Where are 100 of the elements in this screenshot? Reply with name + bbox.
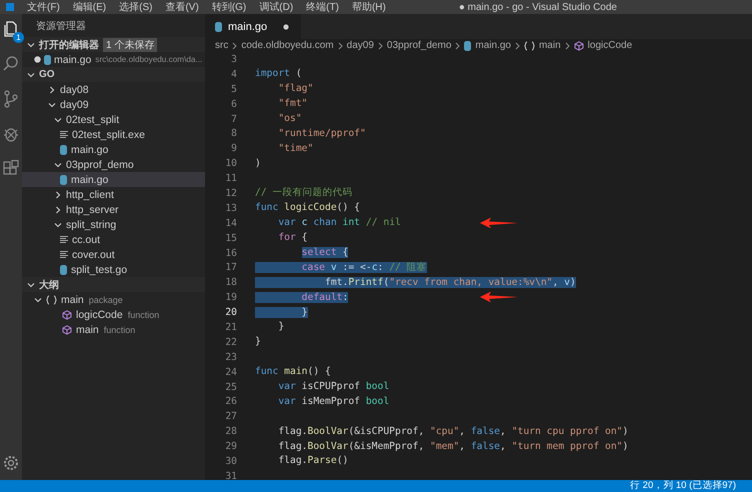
line-number: 14	[224, 218, 237, 229]
line-number: 11	[224, 173, 237, 184]
line-number: 3	[230, 54, 237, 65]
chevron-icon[interactable]	[48, 100, 56, 108]
section-title[interactable]: 打开的编辑器	[39, 38, 99, 52]
text-file-icon	[60, 251, 68, 258]
line-number: 19	[224, 292, 237, 304]
code-line: var c chan int // nil	[277, 216, 401, 230]
menu-item[interactable]: 编辑(E)	[72, 0, 106, 14]
menu-item[interactable]: 调试(D)	[259, 0, 294, 14]
code-line: "fmt"	[277, 97, 308, 112]
file-tree-item[interactable]: 03pprof_demo	[22, 157, 205, 172]
file-tree-item[interactable]: day08	[22, 82, 205, 97]
file-tree-item[interactable]: http_client	[22, 187, 205, 202]
line-number: 23	[224, 352, 237, 363]
code-line: fmt.Printf("recv from chan, value:%v\n", v)	[255, 276, 576, 290]
file-tree-item[interactable]: main.go	[22, 142, 205, 157]
line-number: 29	[224, 441, 237, 452]
breadcrumb-item[interactable]: day09	[346, 40, 374, 51]
line-number: 8	[230, 128, 237, 140]
tab-label[interactable]: main.go	[228, 20, 268, 32]
chevron-icon[interactable]	[27, 70, 35, 78]
breadcrumb-item[interactable]: code.oldboyedu.com	[241, 40, 334, 51]
symbol-name[interactable]: logicCode	[76, 308, 123, 320]
code-line: // 一段有问题的代码	[255, 186, 352, 200]
go-file-icon	[44, 54, 51, 64]
app-logo-icon	[6, 3, 14, 11]
breadcrumb-item[interactable]: main.go	[475, 40, 511, 51]
breadcrumb-item[interactable]: logicCode	[588, 40, 632, 51]
breadcrumb-item[interactable]: main	[538, 40, 561, 51]
code-line: for {	[277, 231, 308, 246]
section-title[interactable]: 大纲	[39, 278, 59, 292]
chevron-icon[interactable]	[27, 280, 35, 288]
code-line: flag.Parse()	[277, 454, 348, 468]
file-tree-item[interactable]: 02test_split	[22, 112, 205, 127]
line-number: 28	[224, 426, 237, 438]
line-number: 27	[224, 411, 237, 422]
file-tree-item[interactable]: cover.out	[22, 247, 205, 262]
line-number: 22	[224, 336, 237, 348]
editor-tab[interactable]: main.go	[205, 14, 302, 39]
chevron-icon[interactable]	[54, 220, 62, 228]
line-number: 21	[224, 322, 237, 333]
file-tree-item[interactable]: day09	[22, 97, 205, 112]
file-tree-item[interactable]: http_server	[22, 202, 205, 217]
line-number: 26	[224, 396, 237, 408]
breadcrumb-item[interactable]: 03pprof_demo	[386, 40, 452, 51]
line-number: 17	[224, 262, 237, 274]
chevron-icon	[232, 42, 238, 50]
unsaved-dot-icon[interactable]	[34, 56, 41, 63]
cube-icon	[574, 40, 584, 50]
line-number: 5	[230, 84, 237, 95]
file-tree-item[interactable]: 02test_split.exe	[22, 127, 205, 142]
symbol-name[interactable]: main	[76, 324, 99, 336]
chevron-icon	[378, 42, 383, 50]
unsaved-badge: 1 个未保存	[103, 38, 158, 52]
cube-icon	[62, 324, 72, 334]
file-tree-item[interactable]: main.go	[22, 172, 205, 187]
line-number: 13	[224, 202, 237, 214]
chevron-icon[interactable]	[54, 160, 62, 168]
symbol-name[interactable]: main	[61, 294, 84, 306]
source-control-icon[interactable]	[2, 90, 20, 108]
breadcrumb-item[interactable]: src	[215, 40, 228, 51]
file-name[interactable]: main.go	[54, 54, 92, 66]
file-tree-item[interactable]: split_test.go	[22, 262, 205, 277]
search-icon[interactable]	[2, 55, 20, 73]
notification-badge: 1	[13, 32, 24, 43]
chevron-icon	[564, 42, 570, 50]
chevron-icon[interactable]	[54, 190, 62, 198]
file-tree-item[interactable]: cc.out	[22, 232, 205, 247]
go-file-icon	[60, 174, 67, 184]
menu-item[interactable]: 选择(S)	[119, 0, 152, 14]
code-line: }	[277, 320, 284, 334]
code-line: "runtime/pprof"	[277, 126, 366, 141]
symbol-kind: function	[104, 324, 136, 334]
line-number: 7	[230, 114, 237, 124]
menu-item[interactable]: 转到(G)	[212, 0, 246, 14]
cursor-position[interactable]: 行 20，列 10 (已选择97)	[630, 480, 736, 492]
line-number: 9	[230, 143, 237, 154]
settings-icon[interactable]	[2, 454, 20, 472]
line-number: 25	[224, 382, 237, 393]
menu-item[interactable]: 文件(F)	[27, 0, 60, 14]
go-file-icon	[215, 22, 222, 32]
chevron-icon	[338, 42, 343, 50]
text-file-icon	[60, 236, 68, 243]
menu-item[interactable]: 查看(V)	[165, 0, 199, 14]
chevron-icon[interactable]	[34, 296, 42, 304]
braces-icon	[46, 294, 57, 304]
code-line: flag.BoolVar(&isMemPprof, "mem", false, "turn mem pprof on")	[277, 440, 628, 454]
chevron-icon[interactable]	[54, 116, 62, 124]
unsaved-dot-icon[interactable]	[283, 24, 290, 30]
chevron-icon[interactable]	[27, 40, 35, 48]
chevron-icon[interactable]	[54, 206, 62, 214]
line-number: 16	[224, 248, 237, 259]
file-tree-item[interactable]: split_string	[22, 217, 205, 232]
menu-item[interactable]: 帮助(H)	[352, 0, 386, 14]
sidebar-title: 资源管理器	[36, 20, 86, 32]
chevron-icon[interactable]	[48, 86, 56, 94]
menu-item[interactable]: 终端(T)	[306, 0, 339, 14]
code-line: default:	[255, 290, 348, 305]
section-title[interactable]: GO	[39, 69, 55, 80]
